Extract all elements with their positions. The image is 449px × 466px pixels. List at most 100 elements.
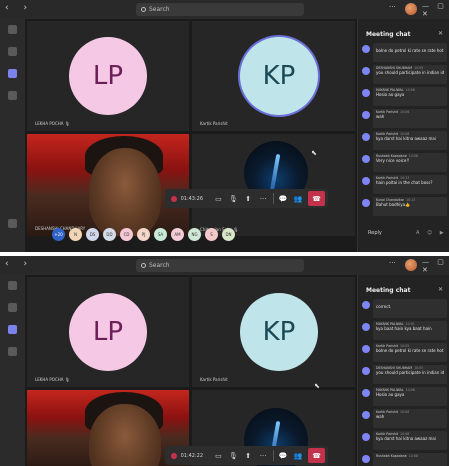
sender-avatar xyxy=(362,199,370,207)
roster-avatar[interactable]: DS xyxy=(86,228,99,241)
camera-icon[interactable]: ▭ xyxy=(211,189,226,208)
app-rail xyxy=(0,275,25,466)
chat-panel: Meeting chat ✕ correct. MAYANK PALIWAL 10:… xyxy=(357,275,449,466)
roster-avatar[interactable]: +20 xyxy=(52,228,65,241)
message-text: kya darst hai kitna awaaz mai xyxy=(376,436,436,441)
call-timer: 01:43:26 xyxy=(180,195,204,202)
chat-message: Kartik Parishit 10:08 kya darst hai kitna … xyxy=(362,131,448,151)
sender-line: Rushabh Kapadane 10:08 xyxy=(376,454,444,458)
leave-button[interactable]: ☎ xyxy=(308,191,325,206)
roster-avatar[interactable]: S xyxy=(205,228,218,241)
more-icon[interactable]: ··· xyxy=(256,446,271,465)
chat-message: Rushabh Kapadane 10:08 xyxy=(362,453,448,466)
message-bubble: bolne do petrol ki rate se rate hot rate… xyxy=(373,43,447,62)
sender-avatar xyxy=(362,301,370,309)
chat-icon[interactable] xyxy=(8,303,17,312)
message-bubble: Rushabh Kapadane 10:08 xyxy=(373,453,447,466)
window-controls[interactable]: — ▢ ✕ xyxy=(422,2,449,18)
message-bubble: Kartik Parishit 10:08 kya darst hai kitna … xyxy=(373,131,447,150)
chat-message: Kunal Chandolkar 10:13 Bahut badhiya👍 xyxy=(362,197,448,217)
chat-message: DESHANSHI SHUBHAM 10:05 you should partici… xyxy=(362,365,448,385)
calendar-icon[interactable] xyxy=(8,347,17,356)
message-text: kya baat hain kya baat hain xyxy=(376,326,432,331)
profile-avatar[interactable] xyxy=(405,3,417,15)
sender-avatar xyxy=(362,45,370,53)
message-text: you should participate in indian idol xyxy=(376,370,444,375)
roster-avatar[interactable]: AM xyxy=(171,228,184,241)
message-text: kya darst hai kitna awaaz mai xyxy=(376,136,436,141)
more-icon[interactable]: ··· xyxy=(389,3,396,11)
recording-icon xyxy=(171,452,177,459)
people-icon[interactable]: 👥 xyxy=(290,446,305,465)
share-icon[interactable]: ⬆ xyxy=(241,189,256,208)
chat-message: correct. xyxy=(362,299,448,319)
nav-arrows[interactable]: ‹ › xyxy=(5,259,33,269)
window-controls[interactable]: — ▢ ✕ xyxy=(422,258,449,274)
meeting-stage: LP LEKHA POCHA 🎙 KP Kartik Parishit 01:4… xyxy=(25,275,357,466)
call-timer: 01:42:22 xyxy=(180,452,204,459)
teams-window-top: ‹ › Search ··· — ▢ ✕ LP LEKHA POCHA 🎙 KP… xyxy=(0,0,449,252)
title-bar: ‹ › Search ··· — ▢ ✕ xyxy=(0,256,449,275)
avatar: KP xyxy=(240,37,318,115)
close-icon[interactable]: ✕ xyxy=(438,30,443,37)
more-icon[interactable]: ··· xyxy=(389,259,396,267)
roster-avatar[interactable]: N xyxy=(69,228,82,241)
search-input[interactable]: Search xyxy=(136,259,304,272)
share-icon[interactable]: ⬆ xyxy=(241,446,256,465)
message-text: you should participate in indian idol xyxy=(376,70,444,75)
sender-avatar xyxy=(362,411,370,419)
roster-avatar[interactable]: CD xyxy=(120,228,133,241)
chat-message: bolne do petrol ki rate se rate hot rate… xyxy=(362,43,448,63)
chat-message: MAYANK PALIWAL 10:06 Hosio ao gaya xyxy=(362,87,448,107)
teams-icon[interactable] xyxy=(8,69,17,78)
roster-avatar[interactable]: DN xyxy=(222,228,235,241)
message-bubble: Kartik Parishit 10:08 kya darst hai kitna … xyxy=(373,431,447,450)
roster-avatar[interactable]: DD xyxy=(103,228,116,241)
mic-icon[interactable]: 🎙 xyxy=(226,446,241,465)
message-text: wah xyxy=(376,414,385,419)
chat-message: Kartik Parishit 10:06 wah xyxy=(362,409,448,429)
message-text: hain poltai in the chat boss? xyxy=(376,180,433,185)
people-icon[interactable]: 👥 xyxy=(290,189,305,208)
message-text: bolne do petrol ki rate se rate hot rate… xyxy=(376,348,444,353)
recording-icon xyxy=(171,195,177,202)
message-time: 10:08 xyxy=(408,154,418,158)
chat-message: MAYANK PALIWAL 10:01 kya baat hain kya baa… xyxy=(362,321,448,341)
message-text: Hosio ao gaya xyxy=(376,92,405,97)
nav-arrows[interactable]: ‹ › xyxy=(5,3,33,13)
teams-icon[interactable] xyxy=(8,325,17,334)
participant-roster: +20 N DS DD CD PJ SA AM NG S DN xyxy=(52,228,235,241)
activity-icon[interactable] xyxy=(8,25,17,34)
sender-avatar xyxy=(362,133,370,141)
reply-button[interactable]: Reply xyxy=(368,230,382,236)
chat-message: Kartik Parishit 10:08 kya darst hai kitna … xyxy=(362,431,448,451)
message-text: Hosio ao gaya xyxy=(376,392,405,397)
roster-avatar[interactable]: NG xyxy=(188,228,201,241)
leave-button[interactable]: ☎ xyxy=(308,448,325,463)
message-bubble: Kartik Parishit 10:13 hain poltai in the c… xyxy=(373,175,447,194)
chat-panel: Meeting chat ✕ bolne do petrol ki rate s… xyxy=(357,19,449,252)
activity-icon[interactable] xyxy=(8,281,17,290)
app-rail xyxy=(0,19,25,252)
mouse-cursor-icon: ⬉ xyxy=(314,382,320,390)
sender-avatar xyxy=(362,89,370,97)
roster-avatar[interactable]: PJ xyxy=(137,228,150,241)
chat-icon[interactable] xyxy=(8,47,17,56)
more-icon[interactable]: ··· xyxy=(256,189,271,208)
calendar-icon[interactable] xyxy=(8,91,17,100)
meeting-stage: LP LEKHA POCHA 🎙 KP Kartik Parishit DESH… xyxy=(25,19,357,252)
camera-icon[interactable]: ▭ xyxy=(211,446,226,465)
message-bubble: Kartik Parishit 10:05 bolne do petrol ki r… xyxy=(373,343,447,362)
profile-avatar[interactable] xyxy=(405,259,417,271)
mic-icon[interactable]: 🎙 xyxy=(226,189,241,208)
help-icon[interactable] xyxy=(8,219,17,228)
participant-name: LEKHA POCHA 🎙 xyxy=(35,377,70,382)
chat-message: Kartik Parishit 10:13 hain poltai in the c… xyxy=(362,175,448,195)
search-input[interactable]: Search xyxy=(136,3,304,16)
compose-tools[interactable]: A ☺ ▶ xyxy=(416,230,447,236)
sender-name: Rushabh Kapadane xyxy=(376,454,407,458)
roster-avatar[interactable]: SA xyxy=(154,228,167,241)
chat-icon[interactable]: 💬 xyxy=(275,446,290,465)
close-icon[interactable]: ✕ xyxy=(438,286,443,293)
chat-icon[interactable]: 💬 xyxy=(275,189,290,208)
